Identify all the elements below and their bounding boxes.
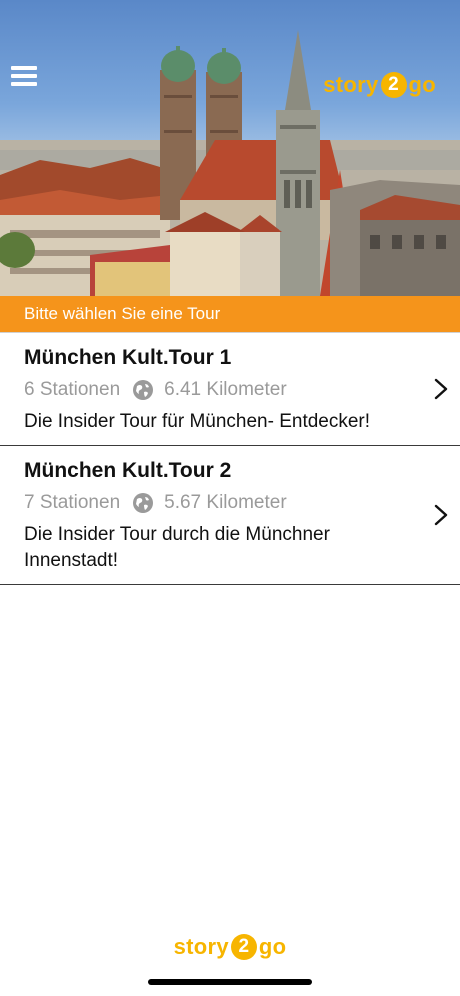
- tour-description: Die Insider Tour für München- Entdecker!: [24, 411, 371, 432]
- globe-icon: [133, 380, 154, 400]
- tour-meta: 7 Stationen 5.67 Kilometer: [24, 488, 410, 518]
- chevron-right-icon: [434, 504, 448, 526]
- tour-list: München Kult.Tour 1 6 Stationen 6.41 Kil…: [0, 332, 460, 585]
- home-indicator[interactable]: [148, 979, 312, 985]
- tour-title: München Kult.Tour 1: [24, 346, 232, 369]
- footer: story 2 go: [0, 934, 460, 960]
- tour-list-item-1[interactable]: München Kult.Tour 1 6 Stationen 6.41 Kil…: [0, 333, 460, 446]
- logo-text-go: go: [258, 934, 287, 959]
- tour-stations-count: 7 Stationen: [24, 492, 121, 513]
- globe-icon: [133, 493, 154, 513]
- tour-distance: 5.67 Kilometer: [164, 492, 287, 513]
- logo-text-go: go: [408, 72, 436, 97]
- tour-title: München Kult.Tour 2: [24, 459, 232, 482]
- chevron-right-icon: [434, 378, 448, 400]
- logo-digit-badge: 2: [230, 934, 257, 960]
- tour-distance: 6.41 Kilometer: [164, 379, 287, 400]
- tour-description: Die Insider Tour durch die Münchner Inne…: [24, 524, 330, 571]
- logo-digit-badge: 2: [380, 72, 407, 98]
- story2go-footer-logo: story 2 go: [174, 934, 287, 960]
- tour-list-item-2[interactable]: München Kult.Tour 2 7 Stationen 5.67 Kil…: [0, 446, 460, 585]
- story2go-logo: story 2 go: [323, 72, 436, 98]
- tour-meta: 6 Stationen 6.41 Kilometer: [24, 375, 410, 405]
- tour-selection-screen: story 2 go Bitte wählen Sie eine Tour Mü…: [0, 0, 460, 996]
- logo-text-story: story: [173, 934, 229, 959]
- hamburger-menu-icon[interactable]: [8, 60, 40, 92]
- select-tour-prompt: Bitte wählen Sie eine Tour: [0, 296, 460, 332]
- hero-image-munich-skyline: story 2 go: [0, 0, 460, 296]
- logo-text-story: story: [323, 72, 379, 97]
- tour-stations-count: 6 Stationen: [24, 379, 121, 400]
